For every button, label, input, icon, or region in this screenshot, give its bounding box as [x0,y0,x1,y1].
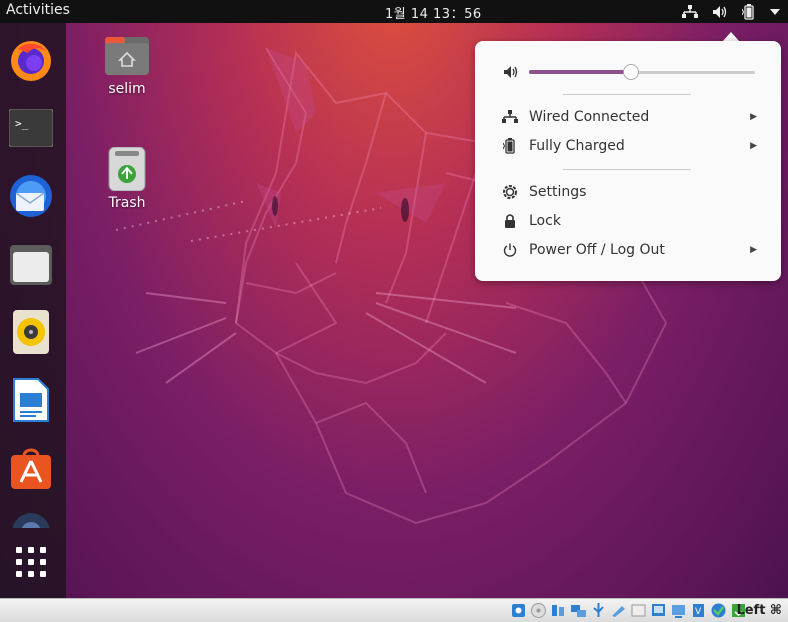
usb-icon[interactable] [590,602,607,619]
dock-firefox[interactable] [7,36,55,84]
dock-thunderbird[interactable] [7,172,55,220]
lock-icon [501,212,519,230]
desktop-icon-trash[interactable]: Trash [87,146,167,211]
submenu-arrow-icon: ▶ [750,245,757,255]
files-icon [10,245,52,285]
firefox-icon [11,41,51,81]
menu-item-wired[interactable]: Wired Connected ▶ [501,106,757,128]
display-icon[interactable] [630,602,647,619]
volume-icon [504,66,518,78]
dock-help[interactable] [7,512,55,528]
dock-libreoffice-writer[interactable] [7,376,55,424]
volume-icon[interactable] [712,5,728,19]
volume-slider-fill [529,70,631,74]
host-key-indicator[interactable]: Left ⌘ [736,603,782,618]
menu-item-battery[interactable]: Fully Charged ▶ [501,135,757,157]
cpu-icon[interactable]: V [690,602,707,619]
desktop-icon-home[interactable]: selim [87,33,167,97]
separator [563,169,691,170]
dock-show-apps[interactable] [7,538,55,586]
power-icon [501,241,519,259]
menu-item-label: Wired Connected [529,109,650,125]
battery-icon [501,137,519,155]
trash-icon [103,146,151,192]
network-icon[interactable] [570,602,587,619]
separator [563,94,691,95]
battery-icon[interactable] [742,3,756,20]
help-icon [12,513,50,528]
system-menu: Wired Connected ▶ Fully Charged ▶ Settin… [475,41,781,281]
home-folder-icon [103,33,151,77]
thunderbird-icon [10,175,52,217]
volume-row [503,64,755,80]
volume-slider-knob[interactable] [622,64,639,80]
dock: >_ [0,23,66,598]
top-bar: Activities 1월 14 13：56 [0,0,788,23]
optical-drive-icon[interactable] [530,602,547,619]
menu-item-label: Settings [529,184,587,200]
vm-status-bar: V Left ⌘ [0,598,788,622]
network-wired-icon [501,108,519,126]
submenu-arrow-icon: ▶ [750,141,757,151]
network-wired-icon[interactable] [682,4,698,19]
show-apps-icon [16,547,46,577]
menu-item-label: Power Off / Log Out [529,242,665,258]
hard-disk-icon[interactable] [510,602,527,619]
audio-icon[interactable] [550,602,567,619]
menu-item-label: Lock [529,213,561,229]
mouse-integration-icon[interactable] [670,602,687,619]
libreoffice-writer-icon [13,378,49,422]
svg-text:>_: >_ [15,117,29,130]
desktop-icon-label: selim [108,81,146,97]
activities-button[interactable]: Activities [6,2,70,18]
gear-icon [501,183,519,201]
terminal-icon: >_ [9,109,53,147]
menu-item-lock[interactable]: Lock [501,210,757,232]
dock-rhythmbox[interactable] [7,308,55,356]
system-tray[interactable] [682,2,780,21]
clock[interactable]: 1월 14 13：56 [385,3,482,22]
menu-item-label: Fully Charged [529,138,625,154]
dock-terminal[interactable]: >_ [7,104,55,152]
shared-folder-icon[interactable] [610,602,627,619]
menu-item-settings[interactable]: Settings [501,181,757,203]
menu-arrow-icon[interactable] [770,8,780,15]
dock-files[interactable] [7,240,55,288]
svg-text:V: V [695,607,702,617]
dock-software-center[interactable] [7,444,55,492]
submenu-arrow-icon: ▶ [750,112,757,122]
menu-item-power[interactable]: Power Off / Log Out ▶ [501,239,757,261]
capture-icon[interactable] [650,602,667,619]
desktop-icon-label: Trash [108,195,146,211]
rhythmbox-icon [13,310,49,354]
guest-additions-icon[interactable] [710,602,727,619]
vm-status-icons: V [510,602,747,619]
software-center-icon [11,448,51,489]
